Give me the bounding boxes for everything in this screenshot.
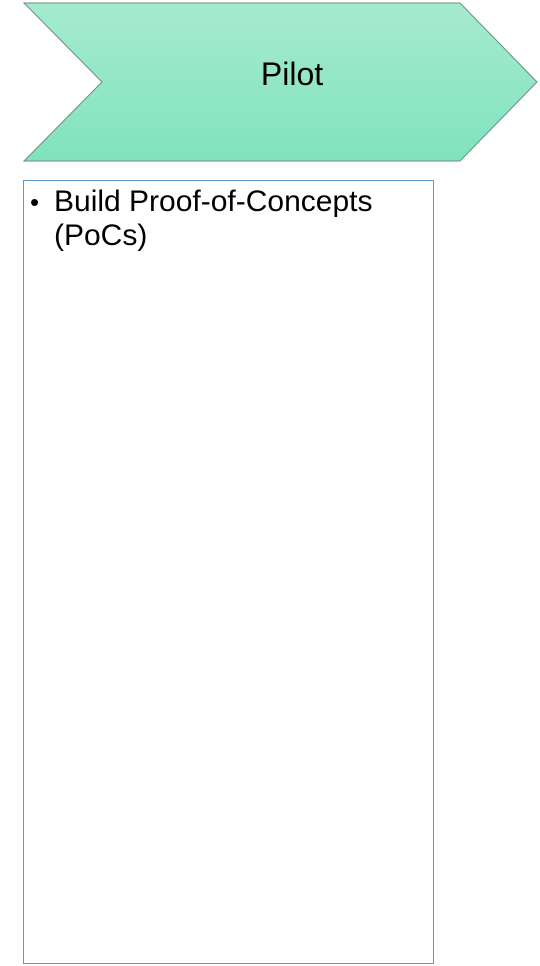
bullet-list: • Build Proof-of-Concepts (PoCs) [24, 181, 433, 253]
bullet-item: • Build Proof-of-Concepts (PoCs) [30, 185, 425, 253]
bullet-icon: • [30, 187, 40, 217]
stage-details-box: • Build Proof-of-Concepts (PoCs) [23, 180, 434, 964]
bullet-text: Build Proof-of-Concepts (PoCs) [54, 185, 373, 252]
stage-title: Pilot [260, 56, 324, 92]
